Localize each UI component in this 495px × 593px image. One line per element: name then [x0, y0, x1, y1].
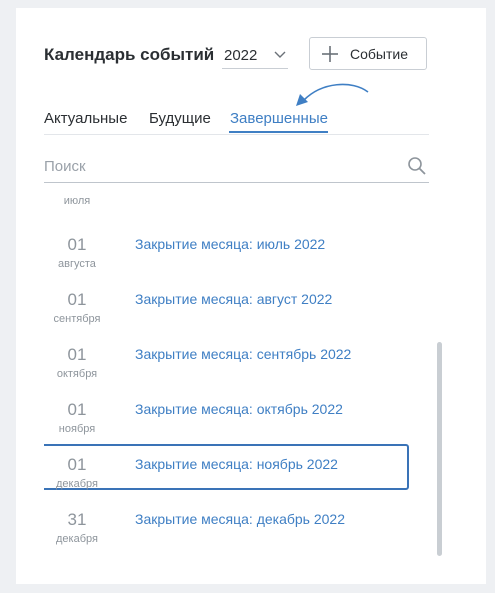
event-month: сентября	[53, 313, 101, 325]
event-day: 01	[67, 455, 87, 474]
event-title-link[interactable]: Закрытие месяца: июль 2022	[135, 236, 325, 252]
event-row-selected[interactable]: 01 декабря Закрытие месяца: ноябрь 2022	[44, 444, 424, 498]
active-tab-indicator	[229, 131, 328, 133]
curved-arrow-icon	[296, 83, 369, 106]
search-input[interactable]	[44, 154, 399, 178]
event-row[interactable]: 31 декабря Закрытие месяца: декабрь 2022	[44, 503, 424, 550]
plus-icon	[322, 46, 338, 62]
event-title-link[interactable]: Закрытие месяца: август 2022	[135, 291, 332, 307]
page-title: Календарь событий	[44, 45, 215, 64]
add-event-button-label: Событие	[350, 46, 408, 62]
event-day: 01	[67, 400, 87, 419]
tab-bar: Актуальные Будущие Завершенные	[44, 108, 429, 135]
search-icon[interactable]	[407, 156, 427, 176]
event-month: августа	[58, 258, 96, 270]
event-day: 01	[67, 290, 87, 309]
event-title-link[interactable]: Закрытие месяца: октябрь 2022	[135, 401, 343, 417]
event-day: 01	[67, 345, 87, 364]
event-title-link[interactable]: Закрытие месяца: ноябрь 2022	[135, 456, 338, 472]
event-month: ноября	[58, 423, 96, 435]
event-day: 31	[67, 510, 87, 529]
event-title-link[interactable]: Закрытие месяца: декабрь 2022	[135, 511, 345, 527]
tab-upcoming[interactable]: Будущие	[149, 110, 211, 127]
event-row[interactable]: 01 ноября Закрытие месяца: октябрь 2022	[44, 393, 424, 443]
event-row[interactable]: 01 сентября Закрытие месяца: август 2022	[44, 283, 424, 333]
search-box	[44, 154, 429, 183]
add-event-button[interactable]: Событие	[309, 37, 427, 70]
event-row[interactable]: 01 октября Закрытие месяца: сентябрь 202…	[44, 338, 424, 388]
year-select[interactable]: 2022	[222, 42, 288, 69]
event-title-link[interactable]: Закрытие месяца: сентябрь 2022	[135, 346, 351, 362]
event-month: октября	[56, 368, 98, 380]
tab-current[interactable]: Актуальные	[44, 110, 127, 127]
tab-completed[interactable]: Завершенные	[230, 110, 328, 127]
event-row[interactable]: 01 августа Закрытие месяца: июль 2022	[44, 228, 424, 278]
event-month-partial: июля	[63, 195, 91, 207]
list-scrollbar[interactable]	[437, 342, 442, 556]
chevron-down-icon	[274, 51, 286, 58]
year-select-value: 2022	[224, 47, 258, 64]
event-list: июля 01 августа Закрытие месяца: июль 20…	[44, 190, 424, 550]
event-month: декабря	[56, 533, 98, 545]
event-month: декабря	[56, 478, 98, 490]
calendar-header: Календарь событий 2022 Событие	[44, 37, 429, 71]
event-day: 01	[67, 235, 87, 254]
